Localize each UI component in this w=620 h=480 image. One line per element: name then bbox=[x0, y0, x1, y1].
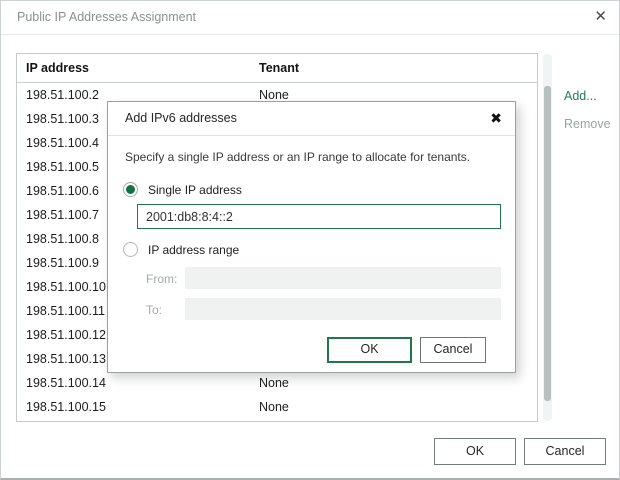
close-icon[interactable]: ✕ bbox=[594, 9, 607, 25]
add-link[interactable]: Add... bbox=[564, 89, 597, 103]
single-ip-input[interactable] bbox=[137, 204, 501, 229]
table-header: IP address Tenant bbox=[17, 54, 537, 83]
cell-ip: 198.51.100.11 bbox=[26, 304, 106, 318]
scrollbar-thumb[interactable] bbox=[544, 86, 551, 401]
cell-ip: 198.51.100.9 bbox=[26, 256, 99, 270]
modal-cancel-button[interactable]: Cancel bbox=[420, 337, 486, 363]
cell-ip: 198.51.100.13 bbox=[26, 352, 106, 366]
to-input[interactable] bbox=[185, 298, 501, 320]
from-input[interactable] bbox=[185, 267, 501, 289]
dialog-title: Public IP Addresses Assignment bbox=[17, 10, 197, 24]
ok-button[interactable]: OK bbox=[434, 438, 516, 465]
from-label: From: bbox=[146, 272, 178, 286]
modal-ok-button[interactable]: OK bbox=[327, 337, 412, 363]
cell-tenant: None bbox=[259, 400, 289, 414]
cell-ip: 198.51.100.14 bbox=[26, 376, 106, 390]
cancel-button[interactable]: Cancel bbox=[524, 438, 606, 465]
cell-ip: 198.51.100.5 bbox=[26, 160, 99, 174]
cell-ip: 198.51.100.10 bbox=[26, 280, 106, 294]
public-ip-assignment-dialog: Public IP Addresses Assignment ✕ IP addr… bbox=[0, 0, 620, 480]
modal-close-icon[interactable]: ✖ bbox=[490, 110, 502, 126]
single-ip-radio[interactable] bbox=[123, 182, 138, 197]
table-scrollbar[interactable] bbox=[543, 54, 552, 421]
cell-ip: 198.51.100.15 bbox=[26, 400, 106, 414]
modal-title-bar: Add IPv6 addresses ✖ bbox=[108, 102, 515, 136]
cell-ip: 198.51.100.4 bbox=[26, 136, 99, 150]
cell-tenant: None bbox=[259, 376, 289, 390]
ip-range-radio-label[interactable]: IP address range bbox=[148, 243, 239, 257]
cell-ip: 198.51.100.7 bbox=[26, 208, 99, 222]
modal-description: Specify a single IP address or an IP ran… bbox=[125, 150, 471, 164]
to-label: To: bbox=[146, 303, 163, 317]
table-row[interactable]: 198.51.100.15 None bbox=[17, 395, 537, 419]
cell-ip: 198.51.100.3 bbox=[26, 112, 99, 126]
cell-ip: 198.51.100.6 bbox=[26, 184, 99, 198]
single-ip-radio-label[interactable]: Single IP address bbox=[148, 183, 242, 197]
remove-link: Remove bbox=[564, 117, 611, 131]
cell-ip: 198.51.100.2 bbox=[26, 88, 99, 102]
title-bar: Public IP Addresses Assignment ✕ bbox=[1, 1, 619, 35]
add-ipv6-dialog: Add IPv6 addresses ✖ Specify a single IP… bbox=[107, 101, 516, 373]
modal-title: Add IPv6 addresses bbox=[125, 111, 237, 125]
table-row[interactable]: 198.51.100.14 None bbox=[17, 371, 537, 395]
ip-range-radio[interactable] bbox=[123, 242, 138, 257]
column-header-tenant: Tenant bbox=[259, 61, 300, 75]
cell-ip: 198.51.100.12 bbox=[26, 328, 106, 342]
column-header-ip: IP address bbox=[26, 61, 90, 75]
cell-ip: 198.51.100.8 bbox=[26, 232, 99, 246]
